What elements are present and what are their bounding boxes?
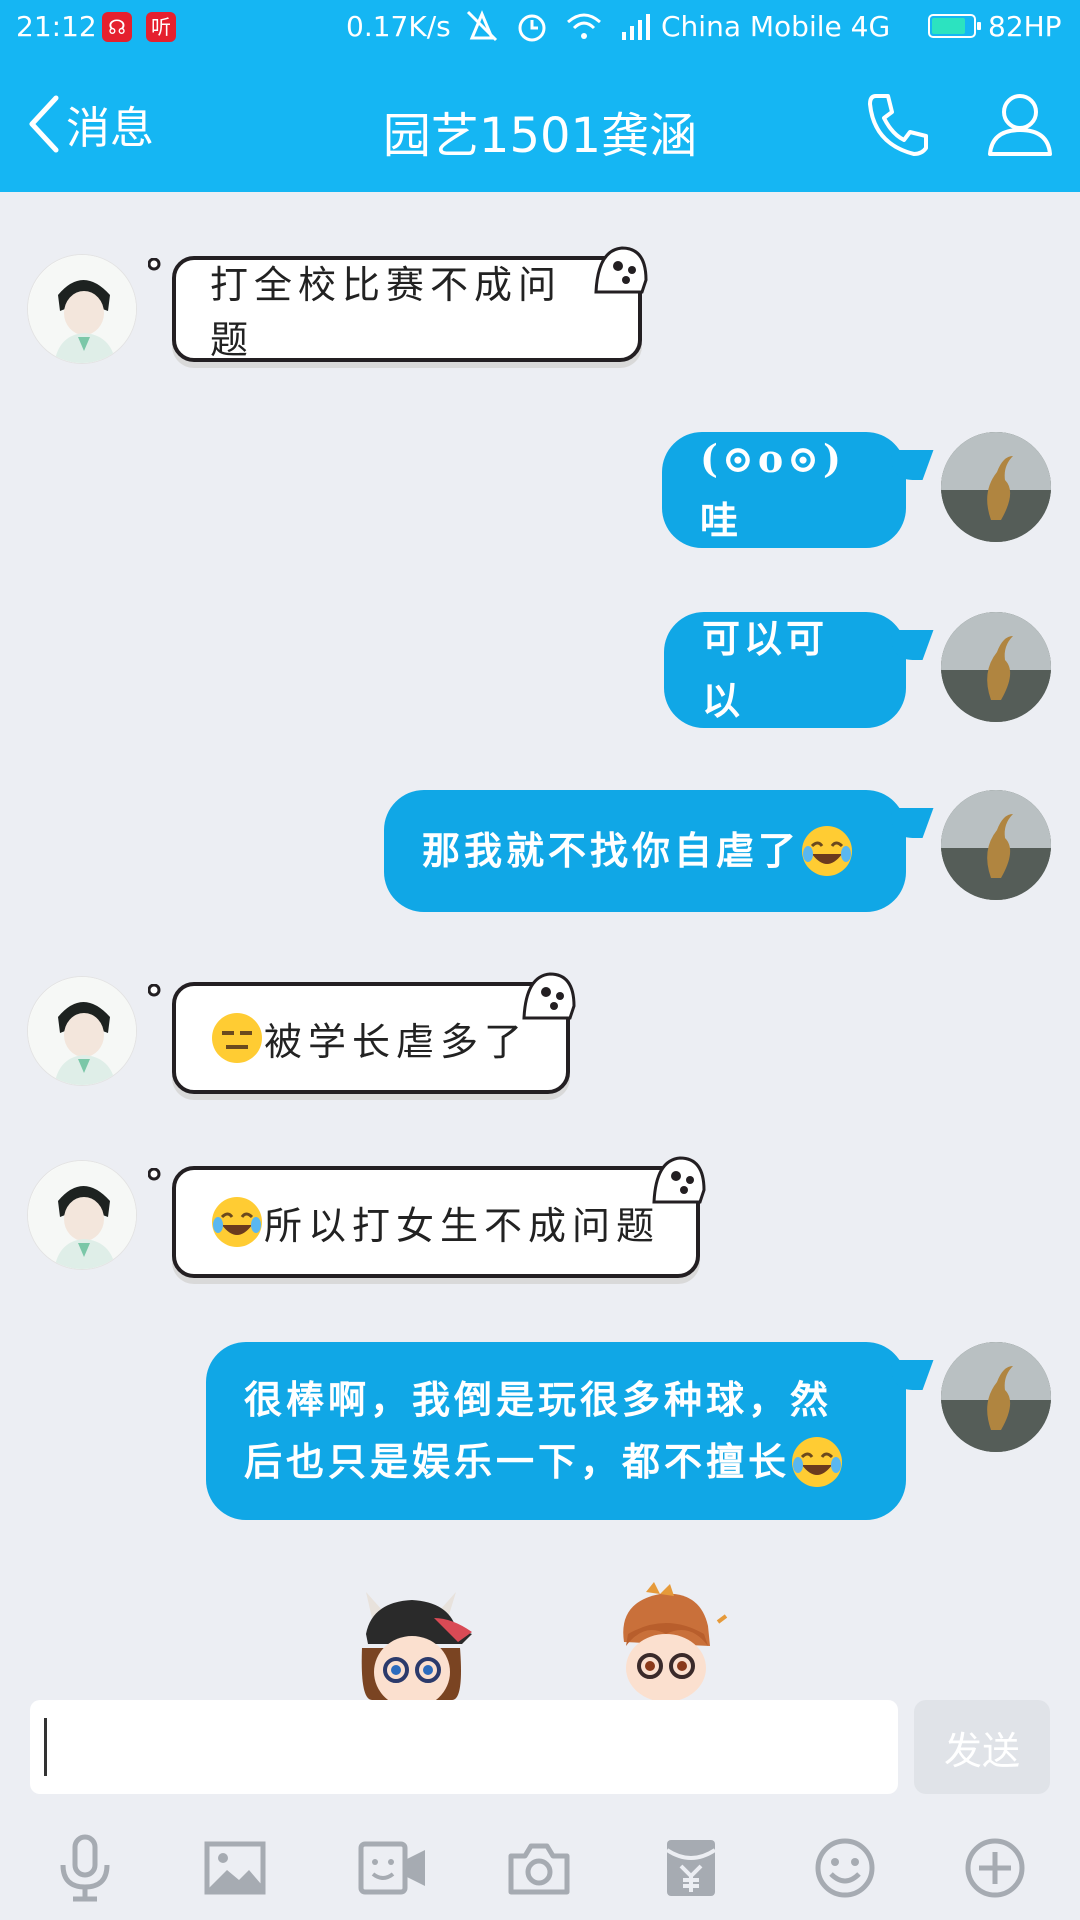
message-text: (⊙o⊙)哇	[700, 436, 845, 543]
wifi-icon	[567, 13, 601, 39]
friend-avatar[interactable]	[27, 254, 137, 364]
text-caret	[44, 1718, 47, 1776]
message-input[interactable]	[30, 1700, 898, 1794]
camera-button[interactable]	[494, 1828, 584, 1908]
net-speed: 0.17K/s	[346, 10, 451, 43]
friend-avatar[interactable]	[27, 1160, 137, 1270]
message-text: 被学长虐多了	[264, 1019, 529, 1064]
ghost-decoration-icon	[522, 972, 576, 1020]
emoji-icon	[815, 1838, 875, 1898]
friend-message-bubble[interactable]: 所以打女生不成问题	[148, 1156, 706, 1278]
tears-of-joy-emoji-icon	[802, 826, 853, 876]
status-bar: 21:12 ☊ 听 0.17K/s China Mobile 4G 82HP	[0, 0, 1080, 56]
bubble-tail-icon	[148, 984, 161, 997]
send-button[interactable]: 发送	[914, 1700, 1050, 1794]
message-text: 所以打女生不成问题	[264, 1203, 661, 1248]
my-message-bubble[interactable]: 那我就不找你自虐了	[384, 790, 906, 912]
more-button[interactable]	[950, 1828, 1040, 1908]
message-line-2: 后也只是娱乐一下，都不擅长	[244, 1431, 844, 1493]
signal-icon	[622, 14, 650, 40]
red-packet-icon	[665, 1840, 717, 1896]
call-button[interactable]	[862, 88, 934, 160]
ghost-decoration-icon	[652, 1156, 706, 1204]
plus-icon	[965, 1838, 1025, 1898]
ghost-decoration-icon	[594, 246, 648, 294]
my-message-bubble[interactable]: 很棒啊，我倒是玩很多种球，然 后也只是娱乐一下，都不擅长	[206, 1342, 906, 1520]
boy-sticker-icon[interactable]	[604, 1582, 734, 1700]
friend-avatar[interactable]	[27, 976, 137, 1086]
video-call-icon	[358, 1841, 425, 1895]
battery-icon	[928, 14, 981, 38]
battery-fill	[932, 18, 965, 34]
my-avatar[interactable]	[941, 1342, 1051, 1452]
my-avatar[interactable]	[941, 790, 1051, 900]
friend-message-bubble[interactable]: 打全校比赛不成问题	[148, 246, 648, 362]
voice-button[interactable]	[40, 1828, 130, 1908]
message-text-line-2: 后也只是娱乐一下，都不擅长	[244, 1439, 791, 1484]
carrier-label: China Mobile 4G	[661, 10, 891, 43]
title-bar: 消息 园艺1501龚涵	[0, 56, 1080, 192]
image-icon	[204, 1841, 266, 1895]
my-avatar[interactable]	[941, 432, 1051, 542]
person-icon	[988, 94, 1052, 156]
video-call-button[interactable]	[348, 1828, 438, 1908]
profile-button[interactable]	[984, 88, 1056, 160]
my-message-bubble[interactable]: (⊙o⊙)哇	[662, 432, 906, 548]
vibrate-mute-icon	[466, 10, 498, 42]
listen-app-icon: 听	[146, 12, 176, 42]
chat-area[interactable]: 打全校比赛不成问题 (⊙o⊙)哇 可以可以 那我就不找你自虐了 被学长虐多了 所…	[0, 192, 1080, 1700]
message-text: 打全校比赛不成问题	[210, 263, 563, 362]
expressionless-emoji-icon	[212, 1013, 262, 1063]
emoji-button[interactable]	[800, 1828, 890, 1908]
status-time: 21:12	[16, 10, 97, 43]
message-text-line-1: 很棒啊，我倒是玩很多种球，然	[244, 1377, 833, 1422]
bubble-tail-icon	[148, 258, 161, 271]
message-text: 可以可以	[702, 616, 829, 723]
photo-album-button[interactable]	[190, 1828, 280, 1908]
red-packet-button[interactable]	[646, 1828, 736, 1908]
netease-music-icon: ☊	[102, 12, 132, 42]
message-text: 那我就不找你自虐了	[422, 828, 801, 873]
friend-message-bubble[interactable]: 被学长虐多了	[148, 972, 576, 1094]
camera-icon	[508, 1843, 570, 1895]
my-avatar[interactable]	[941, 612, 1051, 722]
tears-of-joy-emoji-icon	[792, 1437, 843, 1487]
bubble-tail-icon	[148, 1168, 161, 1181]
chat-toolbar	[0, 1806, 1080, 1920]
microphone-icon	[60, 1834, 110, 1902]
battery-text: 82HP	[988, 10, 1062, 43]
input-bar: 发送	[0, 1700, 1080, 1806]
tears-of-joy-emoji-icon	[212, 1197, 262, 1247]
phone-icon	[868, 94, 928, 156]
girl-sticker-icon[interactable]	[352, 1588, 478, 1700]
alarm-icon	[518, 14, 546, 42]
my-message-bubble[interactable]: 可以可以	[664, 612, 906, 728]
